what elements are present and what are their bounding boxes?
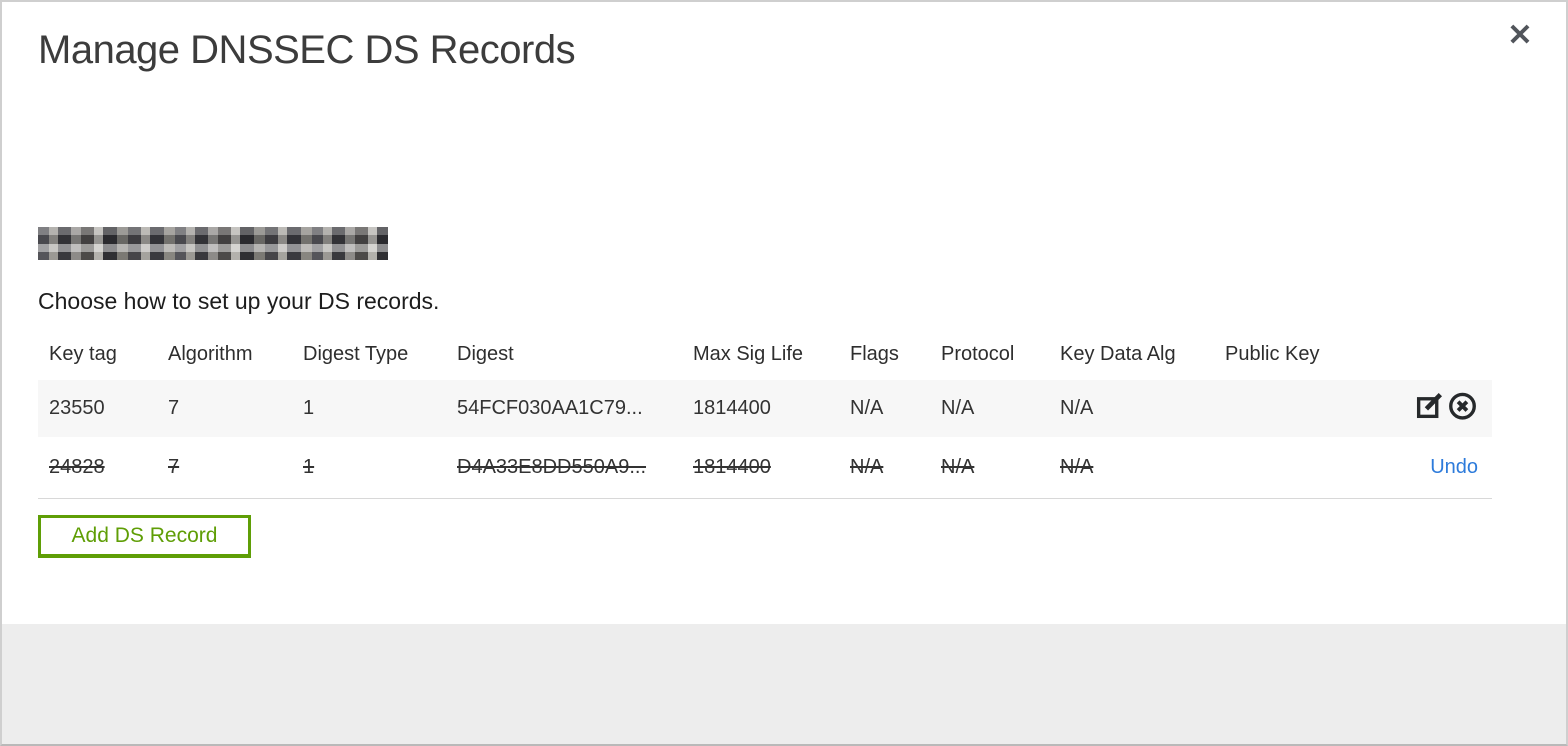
cell-key-data-alg: N/A	[1049, 437, 1214, 499]
column-header-digest: Digest	[457, 343, 514, 365]
edit-icon[interactable]	[1414, 390, 1445, 421]
cell-digest: D4A33E8DD550A9...	[446, 437, 682, 499]
column-header-actions	[1329, 333, 1492, 380]
row-actions	[1329, 380, 1492, 437]
cell-key-tag: 24828	[38, 437, 157, 499]
cell-flags: N/A	[839, 437, 930, 499]
remove-icon[interactable]	[1447, 390, 1478, 421]
column-header-digest-type: Digest Type	[303, 343, 409, 365]
table-row-deleted: 24828 7 1 D4A33E8DD550A9... 1814400 N/A …	[38, 437, 1492, 499]
cell-digest: 54FCF030AA1C79...	[446, 380, 682, 437]
column-header-flags: Flags	[850, 343, 899, 365]
cell-flags: N/A	[839, 380, 930, 437]
cell-key-data-alg: N/A	[1049, 380, 1214, 437]
column-header-key-tag: Key tag	[49, 343, 117, 365]
dnssec-dialog: Manage DNSSEC DS Records ✕ Choose how to…	[0, 0, 1568, 746]
column-header-key-data-alg: Key Data Alg	[1060, 343, 1176, 365]
table-row: 23550 7 1 54FCF030AA1C79... 1814400 N/A …	[38, 380, 1492, 437]
column-header-max-sig-life: Max Sig Life	[693, 343, 804, 365]
undo-link[interactable]: Undo	[1430, 456, 1478, 478]
dialog-footer: Save Cancel	[2, 624, 1566, 744]
column-header-protocol: Protocol	[941, 343, 1015, 365]
ds-records-table: Key tag Algorithm Digest Type Digest Max…	[38, 333, 1492, 499]
column-header-public-key: Public Key	[1225, 343, 1320, 365]
cell-algorithm: 7	[157, 437, 292, 499]
table-header-row: Key tag Algorithm Digest Type Digest Max…	[38, 333, 1492, 380]
row-actions: Undo	[1329, 437, 1492, 499]
cell-key-tag: 23550	[38, 380, 157, 437]
close-icon[interactable]: ✕	[1502, 18, 1538, 54]
cell-public-key	[1214, 437, 1329, 499]
cell-public-key	[1214, 380, 1329, 437]
cell-digest-type: 1	[292, 380, 446, 437]
cell-max-sig-life: 1814400	[682, 437, 839, 499]
column-header-algorithm: Algorithm	[168, 343, 253, 365]
add-ds-record-button[interactable]: Add DS Record	[38, 515, 251, 558]
cell-algorithm: 7	[157, 380, 292, 437]
cell-digest-type: 1	[292, 437, 446, 499]
instruction-text: Choose how to set up your DS records.	[38, 288, 440, 314]
cell-protocol: N/A	[930, 380, 1049, 437]
cell-max-sig-life: 1814400	[682, 380, 839, 437]
cell-protocol: N/A	[930, 437, 1049, 499]
redacted-domain-name	[38, 227, 388, 260]
page-title: Manage DNSSEC DS Records	[38, 28, 576, 72]
